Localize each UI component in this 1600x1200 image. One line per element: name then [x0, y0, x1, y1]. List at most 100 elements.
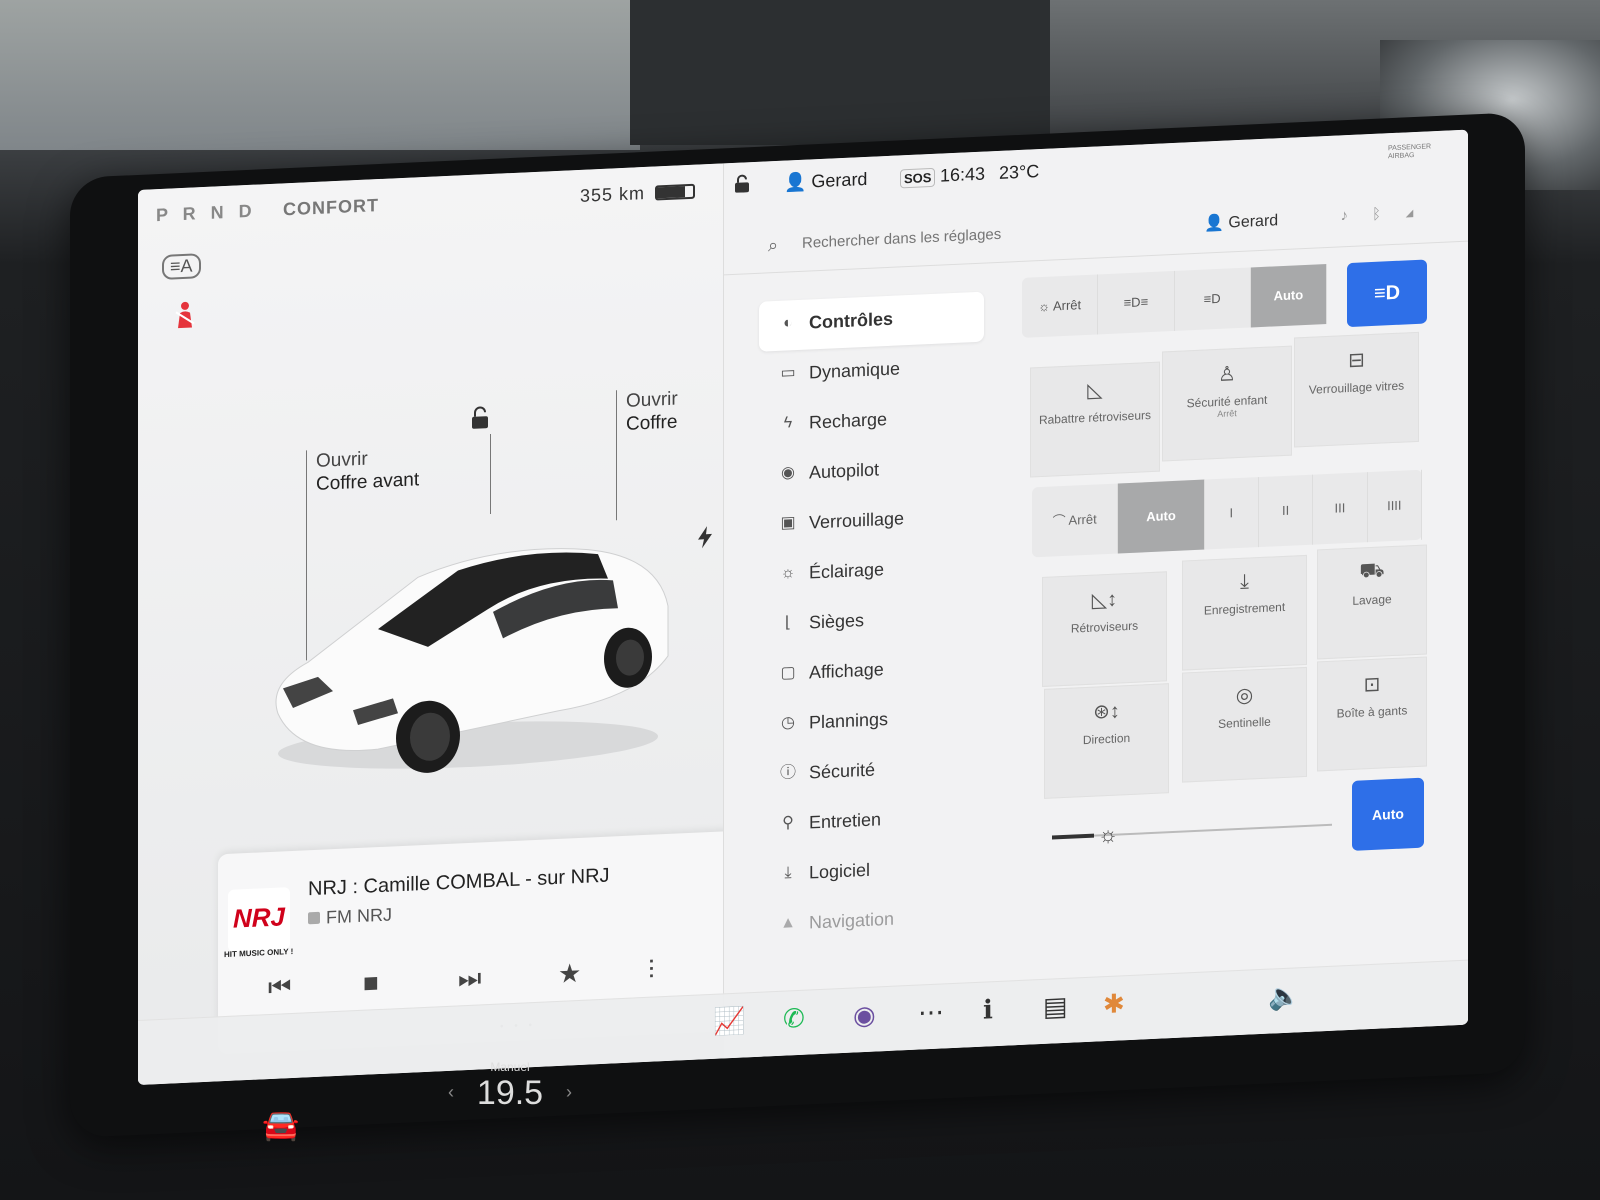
slider-track	[1052, 823, 1332, 839]
energy-app-icon[interactable]: 📈	[713, 1005, 745, 1037]
mirrors-tile[interactable]: ◺↕ Rétroviseurs	[1042, 571, 1167, 687]
wash-tile[interactable]: ⛟ Lavage	[1317, 544, 1427, 660]
bell-icon[interactable]: ♪	[1340, 206, 1372, 224]
trunk-label-1: Ouvrir	[626, 388, 678, 412]
low-beam-icon[interactable]: ≡D	[1174, 267, 1251, 331]
signal-icon: ◢	[1404, 202, 1438, 222]
toybox-icon[interactable]: ✱	[1103, 988, 1125, 1020]
wipers-off[interactable]: ⌒ Arrêt	[1032, 483, 1119, 558]
stop-button[interactable]: ■	[363, 967, 379, 999]
sos-button[interactable]: SOS	[900, 167, 936, 189]
settings-menu-item[interactable]: ▲ Navigation	[759, 892, 984, 952]
car-window	[0, 0, 640, 150]
car-icon[interactable]: 🚘	[262, 1108, 299, 1143]
brightness-slider[interactable]: ☼	[1052, 804, 1332, 857]
menu-item-icon: ◷	[781, 714, 795, 732]
radio-icon	[308, 911, 320, 925]
nrj-logo: NRJ	[228, 887, 290, 952]
menu-item-icon: ◉	[781, 464, 795, 482]
menu-item-icon: ▣	[780, 514, 796, 532]
headlights-off-label: Arrêt	[1052, 297, 1082, 314]
headlights-off[interactable]: ☼ Arrêt	[1022, 274, 1099, 338]
driver-profile[interactable]: 👤 Gerard	[784, 169, 867, 194]
dashboard-pillar	[630, 0, 1050, 145]
lock-line	[490, 433, 491, 515]
nrj-tagline: HIT MUSIC ONLY !	[224, 946, 294, 960]
menu-item-label: Navigation	[809, 908, 895, 933]
wipers-speed-3[interactable]: III	[1313, 472, 1368, 545]
car-wash-icon: ⛟	[1359, 559, 1385, 583]
charge-port-bolt-icon[interactable]	[696, 526, 714, 549]
menu-item-icon: ▭	[780, 364, 796, 382]
wash-label: Lavage	[1352, 592, 1392, 608]
previous-track-button[interactable]: ⏮	[268, 971, 291, 1004]
gear-selector[interactable]: P R N D	[156, 201, 257, 227]
wiper-icon: ⌒	[1052, 512, 1069, 529]
wipers-speed-1[interactable]: I	[1204, 477, 1259, 550]
settings-menu: ◐ Contrôles ▭ Dynamique ϟ Recharge ◉ Autopilot ▣…	[759, 291, 984, 952]
lock-icon[interactable]	[734, 174, 750, 193]
unlock-icon[interactable]	[468, 406, 492, 431]
more-apps-icon[interactable]: ⋯	[918, 996, 944, 1028]
passenger-airbag-indicator: PASSENGER AIRBAG	[1388, 143, 1432, 161]
photo-background: P R N D CONFORT 355 km ≡A Ouvrir Coffre …	[0, 0, 1600, 1200]
calendar-icon[interactable]: ▤	[1043, 991, 1068, 1023]
driver-name: Gerard	[811, 168, 868, 192]
climate-control[interactable]: Manuel ‹ 19.5 ›	[440, 1060, 580, 1113]
steering-tile[interactable]: ⊛↕ Direction	[1044, 683, 1169, 799]
window-lock-tile[interactable]: ⊟ Verrouillage vitres	[1294, 331, 1419, 448]
volume-icon[interactable]: 🔈	[1268, 980, 1300, 1012]
menu-item-label: Autopilot	[809, 459, 880, 483]
parking-lights-icon[interactable]: ≡D≡	[1098, 270, 1175, 335]
clock: 16:43	[940, 163, 986, 186]
cabin-temperature: 19.5	[476, 1074, 544, 1112]
brightness-auto-button[interactable]: Auto	[1352, 777, 1424, 851]
glovebox-tile[interactable]: ⊡ Boîte à gants	[1317, 656, 1427, 772]
outside-temperature: 23°C	[999, 161, 1040, 183]
manual-icon[interactable]: ℹ	[983, 994, 993, 1025]
camera-icon[interactable]: ◉	[853, 1000, 876, 1032]
menu-item-icon: ⚲	[782, 814, 794, 832]
front-trunk-callout[interactable]: Ouvrir Coffre avant	[316, 445, 419, 496]
profile-name: Gerard	[1228, 212, 1279, 232]
phone-icon[interactable]: ✆	[783, 1003, 805, 1035]
mirrors-label: Rétroviseurs	[1070, 618, 1139, 636]
sentry-icon: ◎	[1235, 684, 1254, 708]
bluetooth-icon[interactable]: ᛒ	[1372, 204, 1405, 222]
climate-mode: Manuel	[490, 1060, 530, 1074]
wipers-off-label: Arrêt	[1068, 511, 1097, 528]
status-icons: ♪ᛒ◢	[1340, 203, 1438, 224]
auto-high-beam-button[interactable]: ≡D	[1347, 259, 1427, 328]
profile-button[interactable]: 👤 Gerard	[1204, 210, 1278, 233]
menu-item-label: Affichage	[809, 659, 884, 683]
temp-down-icon[interactable]: ‹	[448, 1082, 454, 1103]
equalizer-icon[interactable]: ⫶	[648, 955, 655, 987]
next-track-button[interactable]: ⏭	[458, 962, 481, 995]
window-lock-icon: ⊟	[1348, 349, 1365, 373]
search-icon: ⌕	[768, 234, 779, 256]
menu-item-icon: ▲	[780, 914, 796, 932]
temp-up-icon[interactable]: ›	[566, 1082, 572, 1103]
drive-mode[interactable]: CONFORT	[283, 195, 379, 220]
headlights-auto[interactable]: Auto	[1250, 264, 1327, 328]
settings-panel: 👤 Gerard SOS 16:43 23°C PASSENGER AIRBAG…	[723, 129, 1468, 1059]
fold-mirrors-tile[interactable]: ◺ Rabattre rétroviseurs	[1030, 361, 1160, 478]
recording-tile[interactable]: ⤓ Enregistrement	[1182, 554, 1307, 671]
menu-item-icon: ⓘ	[779, 764, 796, 782]
trunk-callout[interactable]: Ouvrir Coffre	[626, 387, 678, 435]
child-lock-icon: ♙	[1218, 363, 1236, 386]
trunk-label-2: Coffre	[626, 411, 678, 435]
menu-item-label: Recharge	[809, 408, 888, 433]
wipers-speed-4[interactable]: IIII	[1367, 469, 1422, 543]
sentry-tile[interactable]: ◎ Sentinelle	[1182, 666, 1307, 783]
child-lock-tile[interactable]: ♙ Sécurité enfant Arrêt	[1162, 345, 1292, 462]
wipers-auto[interactable]: Auto	[1118, 479, 1205, 554]
menu-item-icon: ⌊	[784, 614, 792, 632]
user-icon: 👤	[784, 171, 812, 193]
favorite-star-icon[interactable]: ★	[558, 958, 581, 990]
wipers-speed-2[interactable]: II	[1258, 474, 1314, 548]
mirror-adjust-icon: ◺↕	[1091, 588, 1118, 612]
brightness-icon[interactable]: ☼	[1098, 821, 1118, 848]
settings-search-input[interactable]	[802, 214, 1142, 256]
sun-icon: ☼	[1038, 298, 1051, 315]
